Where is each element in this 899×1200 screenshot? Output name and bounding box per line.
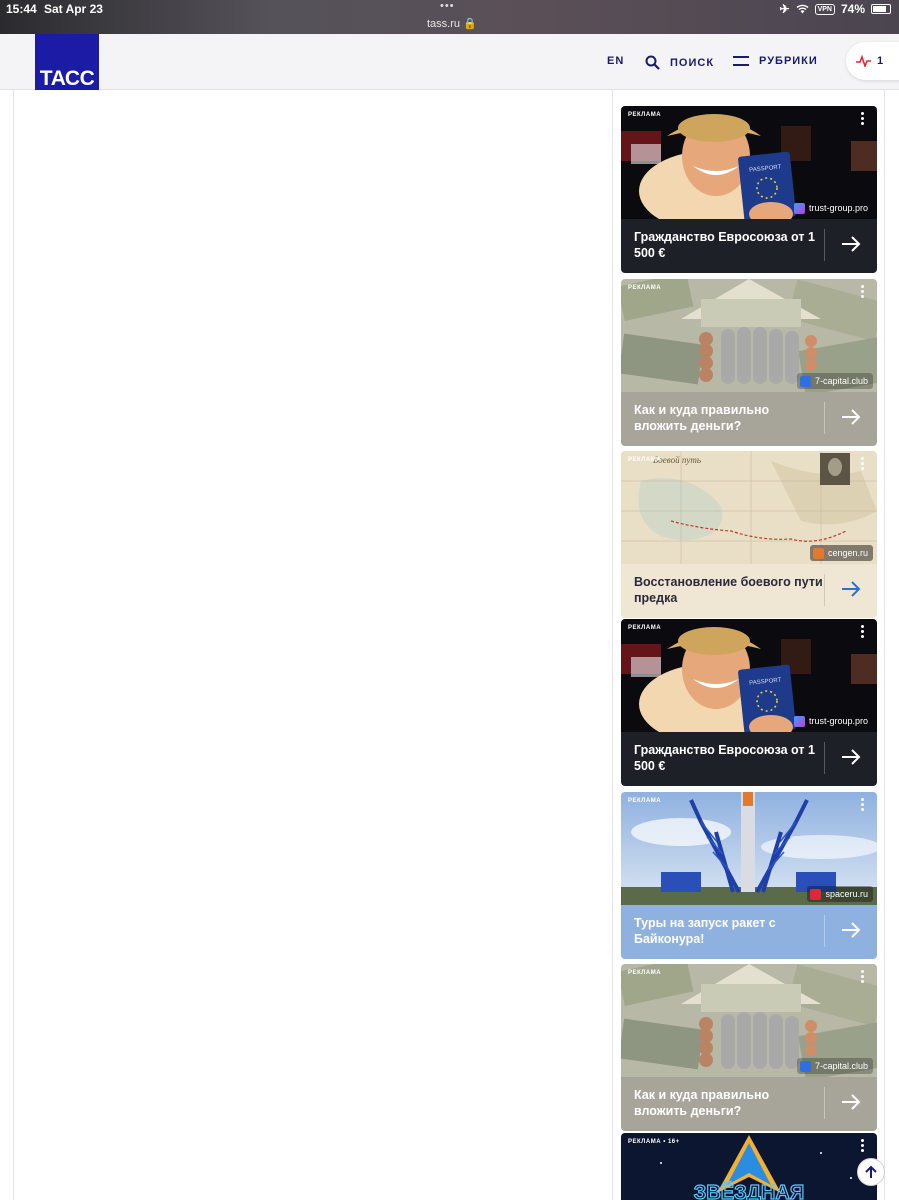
more-options-icon[interactable]: [861, 625, 865, 639]
spaceru-logo-icon: [810, 888, 822, 900]
status-icons: ✈ VPN 74%: [779, 2, 891, 16]
rubrics-button[interactable]: РУБРИКИ: [733, 55, 818, 67]
ad-label: РЕКЛАМА • 16+: [628, 1139, 680, 1145]
ad-card[interactable]: РЕКЛАМА 7-capital.club Как и куда правил…: [621, 964, 877, 1131]
divider: [824, 1087, 825, 1119]
ad-source[interactable]: trust-group.pro: [791, 200, 873, 216]
ad-card[interactable]: ЗВЁЗДНАЯ РЕКЛАМА • 16+: [621, 1133, 877, 1200]
more-options-icon[interactable]: [861, 457, 865, 471]
cengen-logo-icon: [812, 547, 824, 559]
ad-caption: Гражданство Евросоюза от 1 500 €: [621, 219, 877, 273]
ad-source[interactable]: trust-group.pro: [791, 713, 873, 729]
ad-caption: Восстановление боевого пути предка: [621, 564, 877, 618]
divider: [824, 574, 825, 606]
ad-title: Гражданство Евросоюза от 1 500 €: [634, 743, 815, 773]
ad-title: Восстановление боевого пути предка: [634, 575, 823, 605]
language-label: EN: [607, 55, 625, 67]
ad-card[interactable]: РЕКЛАМА spaceru.ru Туры на запуск ракет …: [621, 792, 877, 959]
ad-source[interactable]: 7-capital.club: [796, 1058, 873, 1074]
ad-caption: Как и куда правильно вложить деньги?: [621, 1077, 877, 1131]
trust-group-logo-icon: [793, 202, 805, 214]
ad-source-text: trust-group.pro: [808, 716, 868, 726]
tass-logo[interactable]: ТАСС: [35, 34, 99, 97]
site-header: ТАСС EN ПОИСК РУБРИКИ 1: [0, 34, 899, 97]
ad-source[interactable]: spaceru.ru: [807, 886, 873, 902]
more-options-icon[interactable]: [861, 285, 865, 299]
arrow-right-icon[interactable]: [840, 919, 862, 941]
battery-icon: [871, 4, 891, 14]
ad-caption: Туры на запуск ракет с Байконура!: [621, 905, 877, 959]
ad-caption: Как и куда правильно вложить деньги?: [621, 392, 877, 446]
more-options-icon[interactable]: [861, 970, 865, 984]
ad-title: Гражданство Евросоюза от 1 500 €: [634, 230, 815, 260]
language-switch[interactable]: EN: [607, 55, 624, 67]
battery-percent: 74%: [840, 2, 865, 16]
ad-card[interactable]: PASSPORT РЕКЛАМА trust-group.pro Граждан…: [621, 619, 877, 786]
trust-group-logo-icon: [793, 715, 805, 727]
ad-caption: Гражданство Евросоюза от 1 500 €: [621, 732, 877, 786]
ad-title: Туры на запуск ракет с Байконура!: [634, 916, 776, 946]
ad-source-text: 7-capital.club: [814, 1061, 868, 1071]
tab-handle-dots[interactable]: •••: [440, 0, 455, 12]
more-options-icon[interactable]: [861, 798, 865, 812]
ad-title: Как и куда правильно вложить деньги?: [634, 1088, 770, 1118]
wifi-icon: [796, 4, 809, 14]
address-bar[interactable]: tass.ru 🔒: [427, 17, 477, 30]
ad-source-text: 7-capital.club: [814, 376, 868, 386]
divider: [824, 915, 825, 947]
ad-card[interactable]: РЕКЛАМА 7-capital.club Как и куда правил…: [621, 279, 877, 446]
ad-source-text: spaceru.ru: [825, 889, 868, 899]
rubrics-label: РУБРИКИ: [759, 55, 818, 67]
scroll-to-top-button[interactable]: [857, 1158, 885, 1186]
game-title: ЗВЁЗДНАЯ: [694, 1181, 804, 1200]
search-icon: [645, 55, 660, 70]
arrow-up-icon: [865, 1165, 877, 1178]
clock: 15:44: [6, 2, 37, 16]
ad-card[interactable]: PASSPORT РЕКЛАМА trust-group.pro Граждан…: [621, 106, 877, 273]
menu-icon: [733, 56, 749, 66]
capital-club-logo-icon: [799, 1060, 811, 1072]
search-label: ПОИСК: [670, 56, 715, 69]
main-content: [13, 90, 599, 1200]
divider: [824, 229, 825, 261]
arrow-right-icon[interactable]: [840, 1091, 862, 1113]
pulse-count: 1: [877, 55, 884, 67]
news-pulse-button[interactable]: 1: [846, 42, 899, 80]
ad-source-text: trust-group.pro: [808, 203, 868, 213]
airplane-icon: ✈: [779, 2, 790, 16]
more-options-icon[interactable]: [861, 1139, 865, 1153]
divider: [824, 742, 825, 774]
ios-status-bar: 15:44 Sat Apr 23 ••• tass.ru 🔒 ✈ VPN 74%: [0, 0, 899, 34]
ad-source-text: cengen.ru: [827, 548, 868, 558]
ad-card[interactable]: Боевой путь РЕКЛАМА cengen.ru Восстановл…: [621, 451, 877, 618]
ad-label: РЕКЛАМА: [628, 285, 662, 291]
pulse-icon: [856, 55, 871, 67]
ad-title: Как и куда правильно вложить деньги?: [634, 403, 770, 433]
divider: [824, 402, 825, 434]
ad-source[interactable]: cengen.ru: [809, 545, 873, 561]
arrow-right-icon[interactable]: [840, 406, 862, 428]
date: Sat Apr 23: [44, 2, 103, 16]
search-button[interactable]: ПОИСК: [645, 55, 714, 70]
capital-club-logo-icon: [799, 375, 811, 387]
vpn-badge: VPN: [814, 3, 835, 15]
ad-label: РЕКЛАМА: [628, 798, 662, 804]
arrow-right-icon[interactable]: [840, 578, 862, 600]
ad-source[interactable]: 7-capital.club: [796, 373, 873, 389]
ad-label: РЕКЛАМА: [628, 625, 662, 631]
ad-label: РЕКЛАМА: [628, 457, 662, 463]
ad-label: РЕКЛАМА: [628, 112, 662, 118]
arrow-right-icon[interactable]: [840, 233, 862, 255]
arrow-right-icon[interactable]: [840, 746, 862, 768]
more-options-icon[interactable]: [861, 112, 865, 126]
ad-label: РЕКЛАМА: [628, 970, 662, 976]
